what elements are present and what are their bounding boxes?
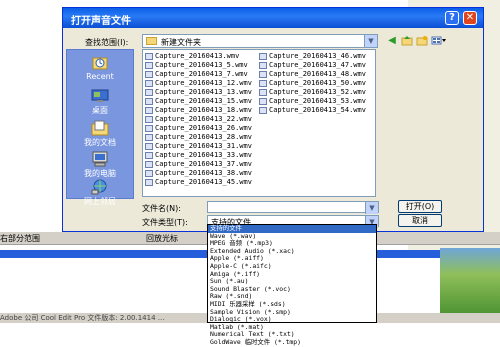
network-icon	[91, 179, 107, 195]
desktop-icon	[91, 89, 109, 102]
filetype-label: 文件类型(T):	[142, 218, 188, 227]
file-item[interactable]: Capture_20160413_12.wmv	[145, 79, 252, 88]
video-file-icon	[145, 52, 153, 60]
look-in-label: 查找范围(I):	[85, 38, 129, 47]
video-file-icon	[145, 61, 153, 69]
place-recent[interactable]: Recent	[67, 55, 133, 81]
file-item[interactable]: Capture_20160413_33.wmv	[145, 151, 252, 160]
recent-icon	[92, 57, 108, 70]
file-item[interactable]: Capture_20160413_26.wmv	[145, 124, 252, 133]
close-button[interactable]: ✕	[463, 11, 477, 25]
file-item[interactable]: Capture_20160413_31.wmv	[145, 142, 252, 151]
video-file-icon	[259, 79, 267, 87]
place-desktop[interactable]: 桌面	[67, 88, 133, 116]
video-file-icon	[145, 115, 153, 123]
look-in-select[interactable]: 新建文件夹 ▼	[142, 34, 378, 48]
filename-history-chevron-icon[interactable]: ▼	[365, 202, 378, 214]
video-file-icon	[145, 88, 153, 96]
filetype-option[interactable]: Numerical Text (*.txt)	[208, 331, 376, 339]
video-file-icon	[259, 61, 267, 69]
places-bar: Recent 桌面 我的文档 我的电脑 网上邻居	[66, 49, 134, 206]
file-item[interactable]: Capture_20160413_37.wmv	[145, 160, 252, 169]
file-item[interactable]: Capture_20160413_46.wmv	[259, 52, 366, 61]
file-item[interactable]: Capture_20160413_13.wmv	[145, 88, 252, 97]
file-item[interactable]: Capture_20160413_50.wmv	[259, 79, 366, 88]
file-item[interactable]: Capture_20160413_7.wmv	[145, 70, 248, 79]
video-file-icon	[259, 97, 267, 105]
file-item[interactable]: Capture_20160413_48.wmv	[259, 70, 366, 79]
video-file-icon	[145, 142, 153, 150]
file-item[interactable]: Capture_20160413_53.wmv	[259, 97, 366, 106]
video-file-icon	[145, 124, 153, 132]
open-sound-dialog: 打开声音文件 ? ✕ 查找范围(I): 新建文件夹 ▼ ◀ Recent 桌面 …	[62, 7, 484, 232]
back-icon[interactable]: ◀	[386, 35, 398, 47]
video-file-icon	[145, 151, 153, 159]
look-in-value: 新建文件夹	[161, 38, 201, 47]
place-label-network: 网上邻居	[84, 197, 116, 206]
file-item[interactable]: Capture_20160413_38.wmv	[145, 169, 252, 178]
place-my-computer[interactable]: 我的电脑	[67, 151, 133, 179]
file-item[interactable]: Capture_20160413_45.wmv	[145, 178, 252, 187]
file-item[interactable]: Capture_20160413_15.wmv	[145, 97, 252, 106]
folder-icon	[146, 37, 157, 45]
place-label-my-computer: 我的电脑	[84, 169, 116, 178]
new-folder-icon[interactable]	[416, 35, 428, 47]
open-button[interactable]: 打开(O)	[398, 200, 442, 213]
video-file-icon	[145, 70, 153, 78]
my-computer-icon	[92, 151, 108, 167]
place-label-my-documents: 我的文档	[84, 138, 116, 147]
video-file-icon	[259, 106, 267, 114]
place-label-recent: Recent	[86, 72, 114, 81]
video-file-icon	[145, 178, 153, 186]
file-item[interactable]: Capture_20160413_28.wmv	[145, 133, 252, 142]
view-menu-icon[interactable]	[431, 35, 447, 47]
filename-input[interactable]: ▼	[207, 201, 379, 214]
my-documents-icon	[91, 120, 109, 136]
help-button[interactable]: ?	[445, 11, 459, 25]
up-folder-icon[interactable]	[401, 35, 413, 47]
filename-label: 文件名(N):	[142, 204, 181, 213]
file-item[interactable]: Capture_20160413.wmv	[145, 52, 239, 61]
place-my-documents[interactable]: 我的文档	[67, 120, 133, 148]
cancel-button[interactable]: 取消	[398, 214, 442, 227]
video-file-icon	[259, 52, 267, 60]
file-item[interactable]: Capture_20160413_5.wmv	[145, 61, 248, 70]
video-file-icon	[145, 97, 153, 105]
desktop-wallpaper	[440, 248, 500, 323]
video-file-icon	[145, 169, 153, 177]
toolbar-cursor-label: 回放光标	[146, 234, 178, 243]
video-file-icon	[145, 133, 153, 141]
file-item[interactable]: Capture_20160413_22.wmv	[145, 115, 252, 124]
file-list[interactable]: Capture_20160413.wmv Capture_20160413_5.…	[142, 49, 376, 197]
file-item[interactable]: Capture_20160413_47.wmv	[259, 61, 366, 70]
place-network[interactable]: 网上邻居	[67, 179, 133, 207]
file-item[interactable]: Capture_20160413_54.wmv	[259, 106, 366, 115]
video-file-icon	[259, 88, 267, 96]
video-file-icon	[145, 106, 153, 114]
video-file-icon	[145, 79, 153, 87]
filetype-option[interactable]: Matlab (*.mat)	[208, 323, 376, 332]
file-item[interactable]: Capture_20160413_18.wmv	[145, 106, 252, 115]
filetype-dropdown-list[interactable]: 支持的文件 Wave (*.wav) MPEG 音频 (*.mp3) Exten…	[207, 224, 377, 346]
file-item[interactable]: Capture_20160413_52.wmv	[259, 88, 366, 97]
video-file-icon	[259, 70, 267, 78]
status-text: Adobe 公司 Cool Edit Pro 文件版本: 2.00.1414 .…	[0, 314, 165, 322]
place-label-desktop: 桌面	[92, 106, 108, 115]
dialog-title: 打开声音文件	[71, 16, 131, 27]
filetype-option[interactable]: GoldWave 临时文件 (*.tmp)	[208, 338, 376, 347]
dialog-titlebar[interactable]: 打开声音文件 ? ✕	[63, 8, 483, 28]
video-file-icon	[145, 160, 153, 168]
toolbar-range-label: 右部分范围	[0, 234, 40, 243]
chevron-down-icon[interactable]: ▼	[364, 35, 377, 47]
